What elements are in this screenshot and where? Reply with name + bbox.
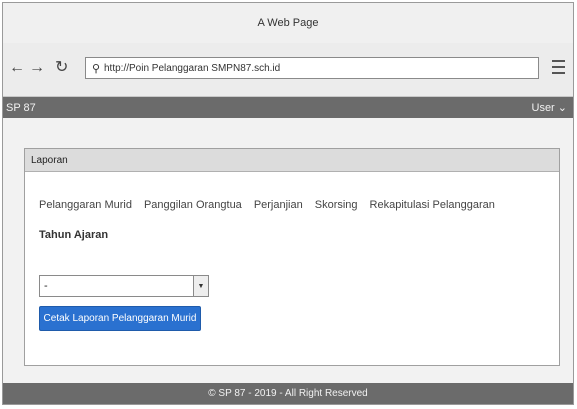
report-tabs: Pelanggaran Murid Panggilan Orangtua Per…	[39, 199, 495, 211]
tab-pelanggaran-murid[interactable]: Pelanggaran Murid	[39, 199, 132, 211]
browser-window: A Web Page ← → ↻ ⚲ http://Poin Pelanggar…	[2, 2, 574, 405]
tab-perjanjian[interactable]: Perjanjian	[254, 199, 303, 211]
tahun-ajaran-select[interactable]: - ▼	[39, 275, 209, 297]
select-value: -	[44, 280, 48, 292]
user-menu[interactable]: User ⌄	[532, 101, 568, 114]
reload-icon[interactable]: ↻	[55, 58, 68, 78]
search-icon: ⚲	[91, 62, 101, 75]
browser-menu-icon[interactable]	[552, 60, 565, 74]
browser-navbar: ← → ↻ ⚲ http://Poin Pelanggaran SMPN87.s…	[3, 43, 573, 97]
tab-panggilan-orangtua[interactable]: Panggilan Orangtua	[144, 199, 242, 211]
app-navbar: SP 87 User ⌄	[3, 97, 573, 118]
panel-header: Laporan	[25, 149, 559, 172]
address-bar[interactable]: ⚲ http://Poin Pelanggaran SMPN87.sch.id	[85, 57, 539, 79]
page-footer: © SP 87 - 2019 - All Right Reserved	[3, 383, 573, 404]
url-text: http://Poin Pelanggaran SMPN87.sch.id	[104, 62, 281, 74]
report-panel: Laporan Pelanggaran Murid Panggilan Oran…	[24, 148, 560, 366]
panel-title: Laporan	[31, 154, 68, 166]
chevron-down-icon[interactable]: ▼	[193, 276, 208, 296]
forward-arrow-icon[interactable]: →	[29, 58, 45, 78]
tahun-ajaran-label: Tahun Ajaran	[39, 229, 109, 241]
window-title: A Web Page	[257, 17, 319, 29]
footer-text: © SP 87 - 2019 - All Right Reserved	[208, 388, 368, 399]
tab-rekapitulasi-pelanggaran[interactable]: Rekapitulasi Pelanggaran	[370, 199, 495, 211]
tab-skorsing[interactable]: Skorsing	[315, 199, 358, 211]
window-titlebar: A Web Page	[3, 3, 573, 44]
brand-link[interactable]: SP 87	[6, 102, 36, 114]
print-report-button[interactable]: Cetak Laporan Pelanggaran Murid	[39, 306, 201, 331]
main-content: Laporan Pelanggaran Murid Panggilan Oran…	[3, 118, 573, 383]
back-arrow-icon[interactable]: ←	[9, 58, 25, 78]
